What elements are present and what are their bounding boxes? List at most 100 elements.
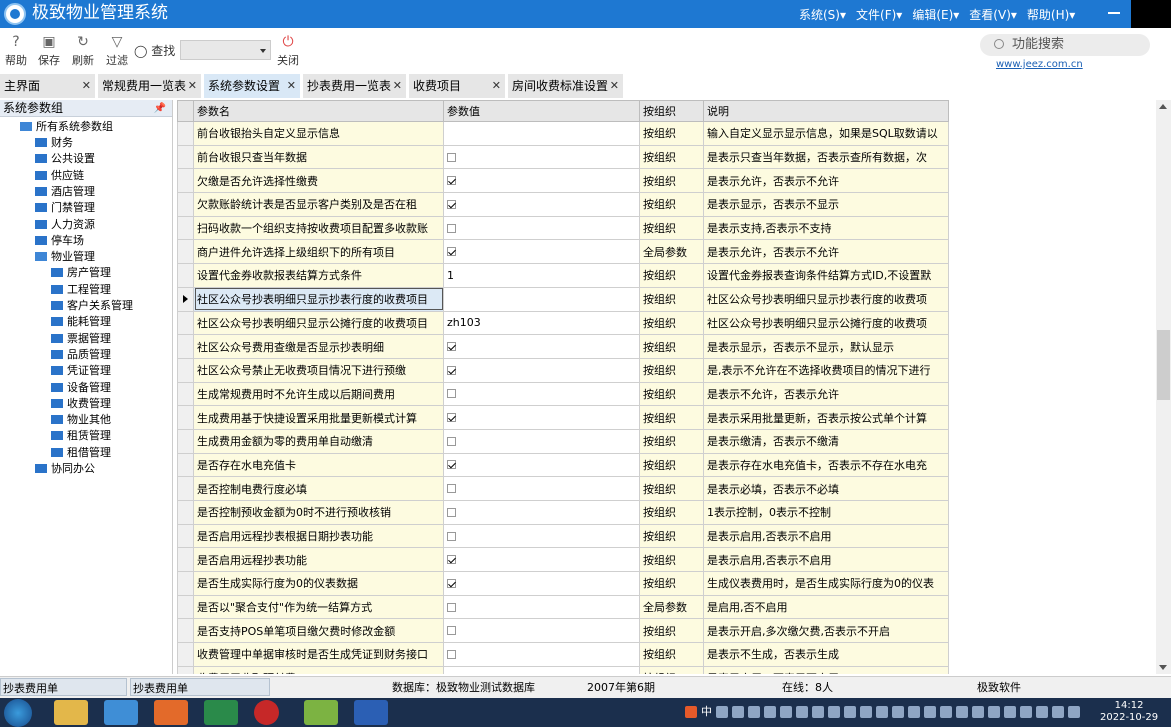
param-value-cell[interactable] [443,144,640,170]
param-value-cell[interactable] [443,286,640,312]
param-checkbox[interactable] [447,223,456,233]
table-row[interactable]: 是否以"聚合支付"作为统一结算方式 全局参数 是启用,否不启用 [177,594,949,620]
tree-root[interactable]: 所有系统参数组 [20,119,113,135]
param-value-cell[interactable] [443,239,640,265]
android-icon[interactable] [304,700,338,725]
param-checkbox[interactable] [447,555,456,565]
row-indicator[interactable] [177,286,194,312]
table-row[interactable]: 是否支持POS单笔项目缴欠费时修改金额 按组织 是表示开启,多次缴欠费,否表示不开启 [177,618,949,644]
table-row[interactable]: 是否启用远程抄表根据日期抄表功能 按组织 是表示启用,否表示不启用 [177,523,949,549]
param-checkbox[interactable] [447,626,456,636]
description-cell[interactable]: 是表示不允许，否表示允许 [703,381,949,407]
col-by-org[interactable]: 按组织 [639,100,704,122]
tree-subgroup-item[interactable]: 能耗管理 [51,314,111,330]
param-value-cell[interactable] [443,665,640,674]
param-value-cell[interactable] [443,121,640,146]
param-value-cell[interactable] [443,334,640,359]
tray-icon[interactable] [780,706,792,718]
row-indicator[interactable] [177,428,194,454]
param-value-cell[interactable]: 1 [443,263,640,288]
param-checkbox[interactable] [447,365,456,375]
param-value-cell[interactable] [443,642,640,667]
description-cell[interactable]: 是表示存在水电充值卡，否表示不存在水电充 [703,452,949,478]
param-value-cell[interactable] [443,547,640,573]
menu-view[interactable]: 查看(V)▾ [969,6,1017,23]
by-org-cell[interactable]: 按组织 [639,286,704,312]
description-cell[interactable]: 是表示支持,否表示不支持 [703,215,949,241]
param-name-cell[interactable]: 设置代金券收款报表结算方式条件 [193,263,444,288]
param-checkbox[interactable] [447,342,456,352]
row-indicator[interactable] [177,594,194,620]
row-indicator[interactable] [177,121,194,146]
tree-group-item[interactable]: 供应链 [35,168,84,184]
table-row[interactable]: 设置代金券收款报表结算方式条件 1 按组织 设置代金券报表查询条件结算方式ID,不设置… [177,263,949,288]
word-icon[interactable] [354,700,388,725]
param-checkbox[interactable] [447,199,456,209]
param-value-cell[interactable] [443,594,640,620]
row-indicator[interactable] [177,665,194,674]
row-indicator[interactable] [177,239,194,265]
param-name-cell[interactable]: 社区公众号抄表明细只显示公摊行度的收费项目 [193,310,444,336]
tab-meter-fees[interactable]: 抄表费用一览表 ✕ [303,74,407,98]
by-org-cell[interactable]: 按组织 [639,381,704,407]
param-checkbox[interactable] [447,578,456,588]
param-value-cell[interactable] [443,428,640,454]
param-name-cell[interactable]: 是否控制预收金额为0时不进行预收核销 [193,500,444,525]
param-checkbox[interactable] [447,247,456,257]
tray-icon[interactable] [1068,706,1080,718]
description-cell[interactable]: 生成仪表费用时，是否生成实际行度为0的仪表 [703,571,949,596]
by-org-cell[interactable]: 按组织 [639,476,704,501]
tray-icon[interactable] [876,706,888,718]
clock[interactable]: 14:12 2022-10-29 [1100,700,1158,724]
row-indicator[interactable] [177,452,194,478]
record-icon[interactable] [254,700,279,725]
param-checkbox[interactable] [447,602,456,612]
menu-edit[interactable]: 编辑(E)▾ [912,6,959,23]
description-cell[interactable]: 1表示控制，0表示不控制 [703,500,949,525]
table-row[interactable]: 前台收银抬头自定义显示信息 按组织 输入自定义显示显示信息，如果是SQL取数请以 [177,121,949,146]
tab-regular-fees[interactable]: 常规费用一览表 ✕ [98,74,202,98]
param-checkbox[interactable] [447,484,456,494]
tree-group-item[interactable]: 协同办公 [35,461,95,477]
col-param-value[interactable]: 参数值 [443,100,640,122]
close-icon[interactable]: ✕ [188,74,197,98]
col-param-name[interactable]: 参数名 [193,100,444,122]
param-name-cell[interactable]: 是否启用远程抄表功能 [193,547,444,573]
description-cell[interactable]: 是启用,否不启用 [703,594,949,620]
by-org-cell[interactable]: 按组织 [639,665,704,674]
tree-group-item[interactable]: 物业管理 [35,249,95,265]
row-indicator[interactable] [177,334,194,359]
table-row[interactable]: 生成常规费用时不允许生成以后期间费用 按组织 是表示不允许，否表示允许 [177,381,949,407]
status-tab-meter-fee-1[interactable]: 抄表费用单 [0,678,127,696]
table-row[interactable]: 欠缴是否允许选择性缴费 按组织 是表示允许，否表示不允许 [177,168,949,194]
by-org-cell[interactable]: 按组织 [639,618,704,644]
param-name-cell[interactable]: 前台收银抬头自定义显示信息 [193,121,444,146]
param-name-cell[interactable]: 收费管理中单据审核时是否生成凭证到财务接口 [193,642,444,667]
by-org-cell[interactable]: 按组织 [639,334,704,359]
tray-icon[interactable] [1020,706,1032,718]
by-org-cell[interactable]: 按组织 [639,168,704,194]
by-org-cell[interactable]: 按组织 [639,642,704,667]
param-checkbox[interactable] [447,460,456,470]
scroll-down-icon[interactable] [1159,665,1167,670]
by-org-cell[interactable]: 按组织 [639,144,704,170]
row-indicator[interactable] [177,547,194,573]
minimize-button[interactable] [1108,4,1120,14]
excel-icon[interactable] [204,700,238,725]
row-indicator[interactable] [177,310,194,336]
tree-subgroup-item[interactable]: 票据管理 [51,331,111,347]
param-value-cell[interactable]: zh103 [443,310,640,336]
tree-group-item[interactable]: 酒店管理 [35,184,95,200]
table-row[interactable]: 社区公众号抄表明细只显示公摊行度的收费项目 zh103 按组织 社区公众号抄表明细只显… [177,310,949,336]
tray-icon[interactable] [924,706,936,718]
param-checkbox[interactable] [447,649,456,659]
param-checkbox[interactable] [447,507,456,517]
table-row[interactable]: 生成费用金额为零的费用单自动缴清 按组织 是表示缴清，否表示不缴清 [177,428,949,454]
param-name-cell[interactable]: 是否控制电费行度必填 [193,476,444,501]
row-indicator[interactable] [177,263,194,288]
close-icon[interactable]: ✕ [393,74,402,98]
status-tab-meter-fee-2[interactable]: 抄表费用单 [130,678,270,696]
tree-subgroup-item[interactable]: 房产管理 [51,265,111,281]
description-cell[interactable]: 是表示允许，否表示不允许 [703,168,949,194]
param-name-cell[interactable]: 收费用于收取预付费 [193,665,444,674]
